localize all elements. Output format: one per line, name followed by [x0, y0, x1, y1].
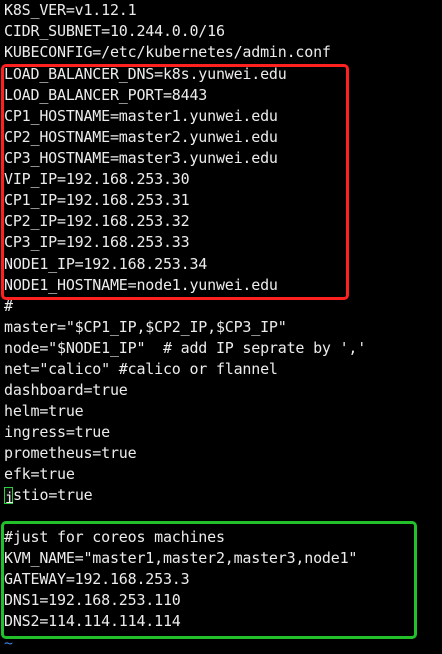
- config-line: LOAD_BALANCER_PORT=8443: [4, 86, 208, 104]
- config-line: helm=true: [4, 402, 84, 420]
- config-line-text: stio=true: [13, 486, 93, 504]
- config-line: CIDR_SUBNET=10.244.0.0/16: [4, 22, 225, 40]
- empty-line-marker: ~: [4, 634, 13, 652]
- config-line: CP3_HOSTNAME=master3.yunwei.edu: [4, 149, 278, 167]
- config-line: VIP_IP=192.168.253.30: [4, 170, 190, 188]
- config-line: NODE1_HOSTNAME=node1.yunwei.edu: [4, 276, 278, 294]
- config-line: prometheus=true: [4, 444, 137, 462]
- comment-line: #just for coreos machines: [4, 528, 225, 546]
- config-line: CP1_IP=192.168.253.31: [4, 191, 190, 209]
- config-line: CP3_IP=192.168.253.33: [4, 233, 190, 251]
- config-line: master="$CP1_IP,$CP2_IP,$CP3_IP": [4, 318, 287, 336]
- cursor-line[interactable]: istio=true: [4, 485, 93, 507]
- config-line: DNS1=192.168.253.110: [4, 591, 181, 609]
- config-line: efk=true: [4, 465, 75, 483]
- config-line: ingress=true: [4, 423, 110, 441]
- config-line: KUBECONFIG=/etc/kubernetes/admin.conf: [4, 43, 331, 61]
- config-line: node="$NODE1_IP" # add IP seprate by ',': [4, 339, 367, 357]
- config-line: CP1_HOSTNAME=master1.yunwei.edu: [4, 107, 278, 125]
- config-line: net="calico" #calico or flannel: [4, 360, 278, 378]
- config-line: K8S_VER=v1.12.1: [4, 1, 137, 19]
- text-cursor[interactable]: i: [4, 487, 14, 507]
- terminal-editor[interactable]: K8S_VER=v1.12.1 CIDR_SUBNET=10.244.0.0/1…: [0, 0, 442, 652]
- comment-line: #: [4, 297, 13, 315]
- config-line: LOAD_BALANCER_DNS=k8s.yunwei.edu: [4, 65, 287, 83]
- config-line: CP2_HOSTNAME=master2.yunwei.edu: [4, 128, 278, 146]
- config-line: dashboard=true: [4, 381, 128, 399]
- config-line: CP2_IP=192.168.253.32: [4, 212, 190, 230]
- config-line: NODE1_IP=192.168.253.34: [4, 255, 208, 273]
- config-line: GATEWAY=192.168.253.3: [4, 570, 190, 588]
- config-line: DNS2=114.114.114.114: [4, 612, 181, 630]
- config-line: KVM_NAME="master1,master2,master3,node1": [4, 549, 358, 567]
